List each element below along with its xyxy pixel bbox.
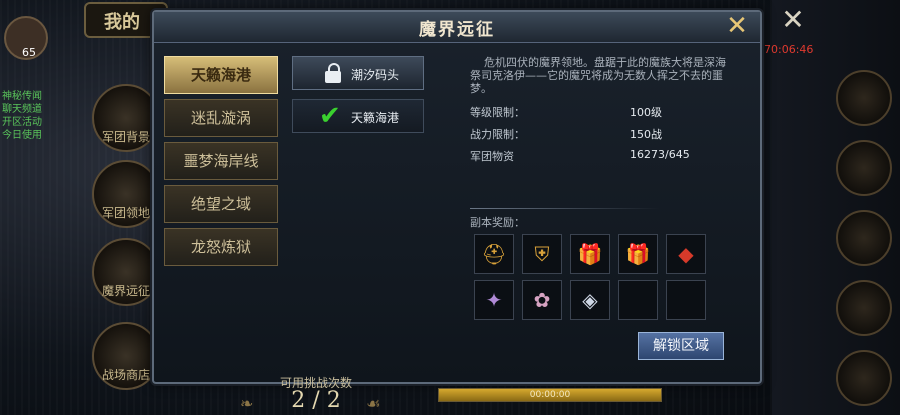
info-value: 150战 xyxy=(630,128,662,141)
lock-icon xyxy=(325,63,341,83)
zone-tab[interactable]: 绝望之域 xyxy=(164,185,278,223)
reward-slot[interactable]: ✦ xyxy=(474,280,514,320)
reward-slot[interactable]: ⛑ xyxy=(474,234,514,274)
right-menu-icon-1[interactable] xyxy=(836,70,892,126)
close-icon[interactable]: ✕ xyxy=(722,12,752,42)
hud-side-button-label: 军团领地 xyxy=(101,206,150,220)
sub-zone-label: 潮汐码头 xyxy=(351,68,400,82)
checkmark-icon: ✔ xyxy=(319,101,341,131)
reward-slot[interactable]: ◈ xyxy=(570,280,610,320)
right-ornament-icon: ☙ xyxy=(366,394,381,413)
reward-slot[interactable]: 🎁 xyxy=(570,234,610,274)
sub-zone-button[interactable]: 潮汐码头 xyxy=(292,56,424,90)
zone-tab[interactable]: 龙怒炼狱 xyxy=(164,228,278,266)
zone-info: 等级限制： 100级战力限制： 150战军团物资 16273/645 xyxy=(470,104,750,170)
zone-tab[interactable]: 噩梦海岸线 xyxy=(164,142,278,180)
expedition-modal: 魔界远征 ✕ 天籁海港 迷乱漩涡 噩梦海岸线 绝望之域 龙怒炼狱 潮汐码头 ✔ 天籁海港 危… xyxy=(152,10,762,384)
reward-slot[interactable] xyxy=(666,280,706,320)
challenge-count: 2 / 2 xyxy=(291,388,341,413)
zone-tab[interactable]: 天籁海港 xyxy=(164,56,278,94)
zone-description: 危机四伏的魔界领地。盘踞于此的魔族大将是深海祭司克洛伊——它的魔咒将成为无数人挥… xyxy=(470,56,726,95)
chat-line: 神秘传闻 xyxy=(2,91,42,102)
outer-close-icon[interactable]: ✕ xyxy=(777,6,809,34)
reward-slot[interactable]: ◆ xyxy=(666,234,706,274)
hud-side-button-label: 魔界远征 xyxy=(101,284,150,298)
right-menu-icon-4[interactable] xyxy=(836,280,892,336)
hud-title-text: 我的 xyxy=(104,12,140,33)
left-ornament-icon: ❧ xyxy=(240,394,254,413)
unlock-area-button[interactable]: 解锁区域 xyxy=(638,332,724,360)
sub-zone-list: 潮汐码头 ✔ 天籁海港 xyxy=(292,56,426,142)
hud-side-button-label: 军团背景 xyxy=(101,130,150,144)
countdown-timer: 70:06:46 xyxy=(764,43,814,56)
left-hud: 65 神秘传闻聊天频道开区活动今日使用 我的 军团背景军团领地魔界远征战场商店 xyxy=(0,0,168,415)
info-value: 16273/645 xyxy=(630,148,690,161)
hud-side-button[interactable]: 战场商店 xyxy=(92,322,160,390)
gold-shield-icon: ⛨ xyxy=(534,242,550,266)
right-panel xyxy=(772,0,900,415)
reward-slot[interactable] xyxy=(618,280,658,320)
modal-title: 魔界远征 xyxy=(419,20,495,40)
reward-slot[interactable]: 🎁 xyxy=(618,234,658,274)
divider xyxy=(470,208,660,209)
reward-slot[interactable]: ✿ xyxy=(522,280,562,320)
hud-side-button-label: 战场商店 xyxy=(101,368,150,382)
sub-zone-label: 天籁海港 xyxy=(351,111,400,125)
progress-text: 00:00:00 xyxy=(529,390,571,400)
progress-bar: 00:00:00 xyxy=(438,388,662,402)
info-value: 100级 xyxy=(630,106,662,119)
right-menu-icon-2[interactable] xyxy=(836,140,892,196)
pink-flower-icon: ✿ xyxy=(533,288,551,312)
hud-side-button[interactable]: 军团背景 xyxy=(92,84,160,152)
info-key: 军团物资 xyxy=(470,150,514,163)
chat-log[interactable]: 神秘传闻聊天频道开区活动今日使用 xyxy=(2,90,92,142)
white-crystal-icon: ◈ xyxy=(582,288,598,312)
gold-gift-box-icon: 🎁 xyxy=(625,242,651,266)
red-gift-box-icon: 🎁 xyxy=(577,242,603,266)
empty-slot xyxy=(667,281,705,319)
red-gem-icon: ◆ xyxy=(678,242,694,266)
info-row: 军团物资 16273/645 xyxy=(470,148,750,170)
info-row: 战力限制： 150战 xyxy=(470,126,750,148)
zone-list: 天籁海港迷乱漩涡噩梦海岸线绝望之域龙怒炼狱 xyxy=(164,56,280,271)
zone-tab[interactable]: 迷乱漩涡 xyxy=(164,99,278,137)
right-menu-icon-5[interactable] xyxy=(836,350,892,406)
empty-slot xyxy=(619,281,657,319)
info-row: 等级限制： 100级 xyxy=(470,104,750,126)
chat-line: 聊天频道 xyxy=(2,104,42,115)
hud-side-button[interactable]: 魔界远征 xyxy=(92,238,160,306)
reward-slot[interactable]: ⛨ xyxy=(522,234,562,274)
sub-zone-button[interactable]: ✔ 天籁海港 xyxy=(292,99,424,133)
info-key: 等级限制： xyxy=(470,106,525,119)
player-level: 65 xyxy=(22,46,36,59)
chat-line: 开区活动 xyxy=(2,117,42,128)
purple-wand-icon: ✦ xyxy=(485,288,503,312)
gold-helmet-icon: ⛑ xyxy=(481,242,507,266)
info-key: 战力限制： xyxy=(470,128,525,141)
hud-side-button[interactable]: 军团领地 xyxy=(92,160,160,228)
right-menu-icon-3[interactable] xyxy=(836,210,892,266)
reward-label: 副本奖励： xyxy=(470,216,525,229)
chat-line: 今日使用 xyxy=(2,130,42,141)
modal-header: 魔界远征 ✕ xyxy=(154,12,760,43)
